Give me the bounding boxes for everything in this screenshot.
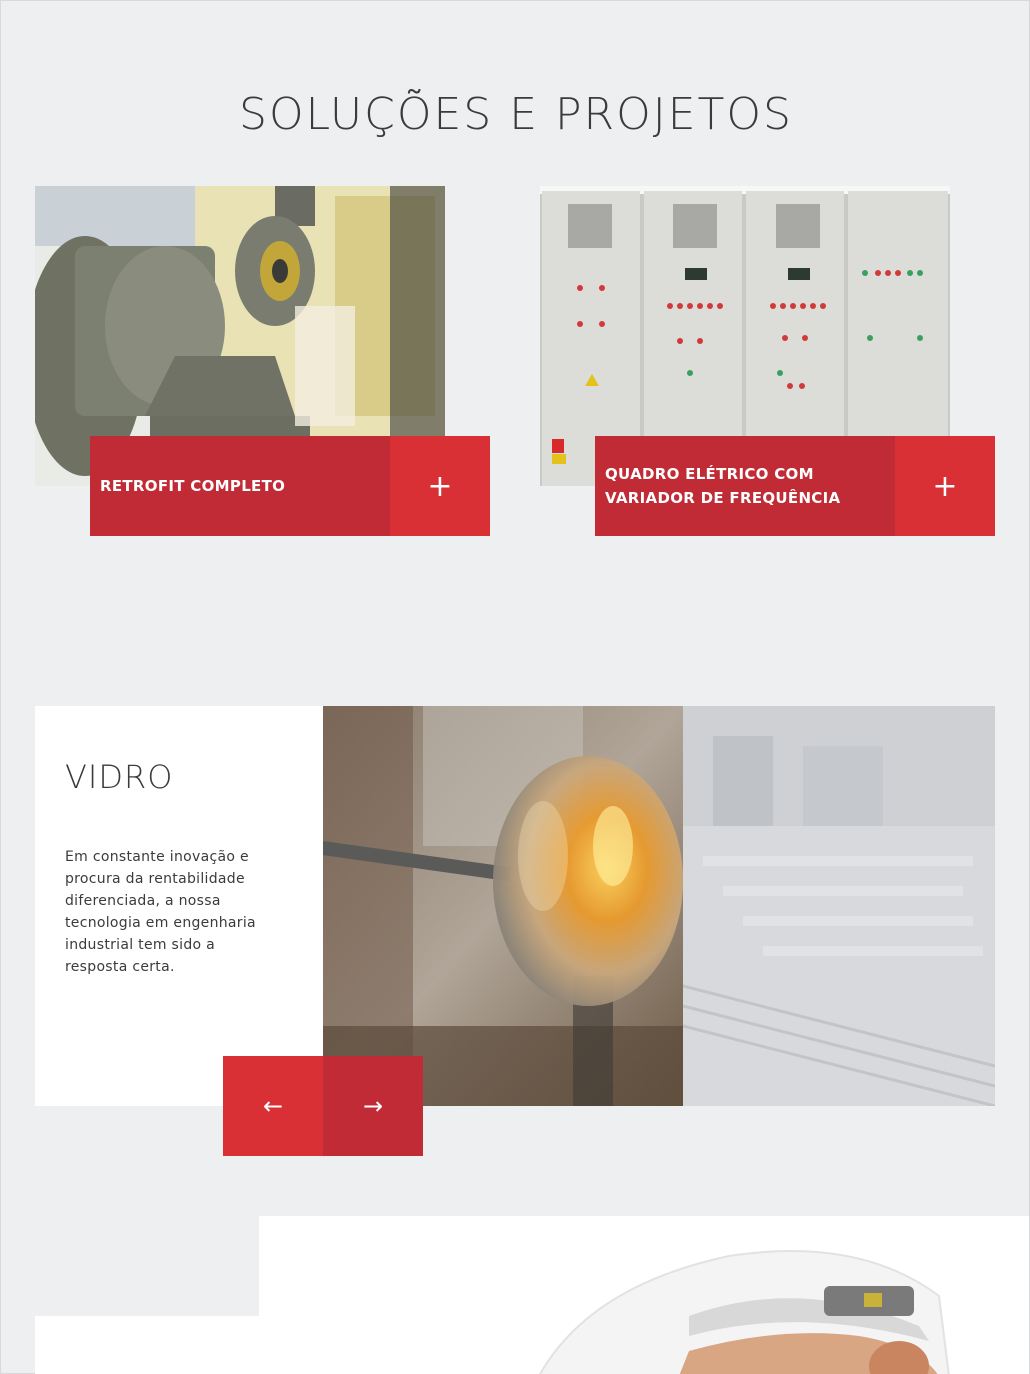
slider-navigation: ← → xyxy=(223,1056,423,1156)
glass-blowing-image xyxy=(323,706,683,1106)
section-title: SOLUÇÕES E PROJETOS xyxy=(239,89,793,140)
retrofit-card[interactable]: RETROFIT COMPLETO + xyxy=(90,436,490,536)
slide-title: VIDRO xyxy=(65,758,174,796)
arrow-right-icon: → xyxy=(362,1092,384,1120)
previous-slide-button[interactable]: ← xyxy=(223,1056,323,1156)
electrical-panel-expand-button[interactable]: + xyxy=(895,436,995,536)
retrofit-label[interactable]: RETROFIT COMPLETO xyxy=(90,436,390,536)
arrow-left-icon: ← xyxy=(262,1092,284,1120)
electrical-panel-card[interactable]: QUADRO ELÉTRICO COM VARIADOR DE FREQUÊNC… xyxy=(595,436,995,536)
slide-text-panel: VIDRO Em constante inovação e procura da… xyxy=(35,706,323,1106)
plus-icon: + xyxy=(427,468,453,504)
next-slide-preview-image xyxy=(683,706,995,1106)
retrofit-expand-button[interactable]: + xyxy=(390,436,490,536)
plus-icon: + xyxy=(932,468,958,504)
bottom-text-panel xyxy=(35,1316,485,1374)
slide-description: Em constante inovação e procura da renta… xyxy=(65,849,256,975)
electrical-panel-label[interactable]: QUADRO ELÉTRICO COM VARIADOR DE FREQUÊNC… xyxy=(595,436,895,536)
next-slide-button[interactable]: → xyxy=(323,1056,423,1156)
